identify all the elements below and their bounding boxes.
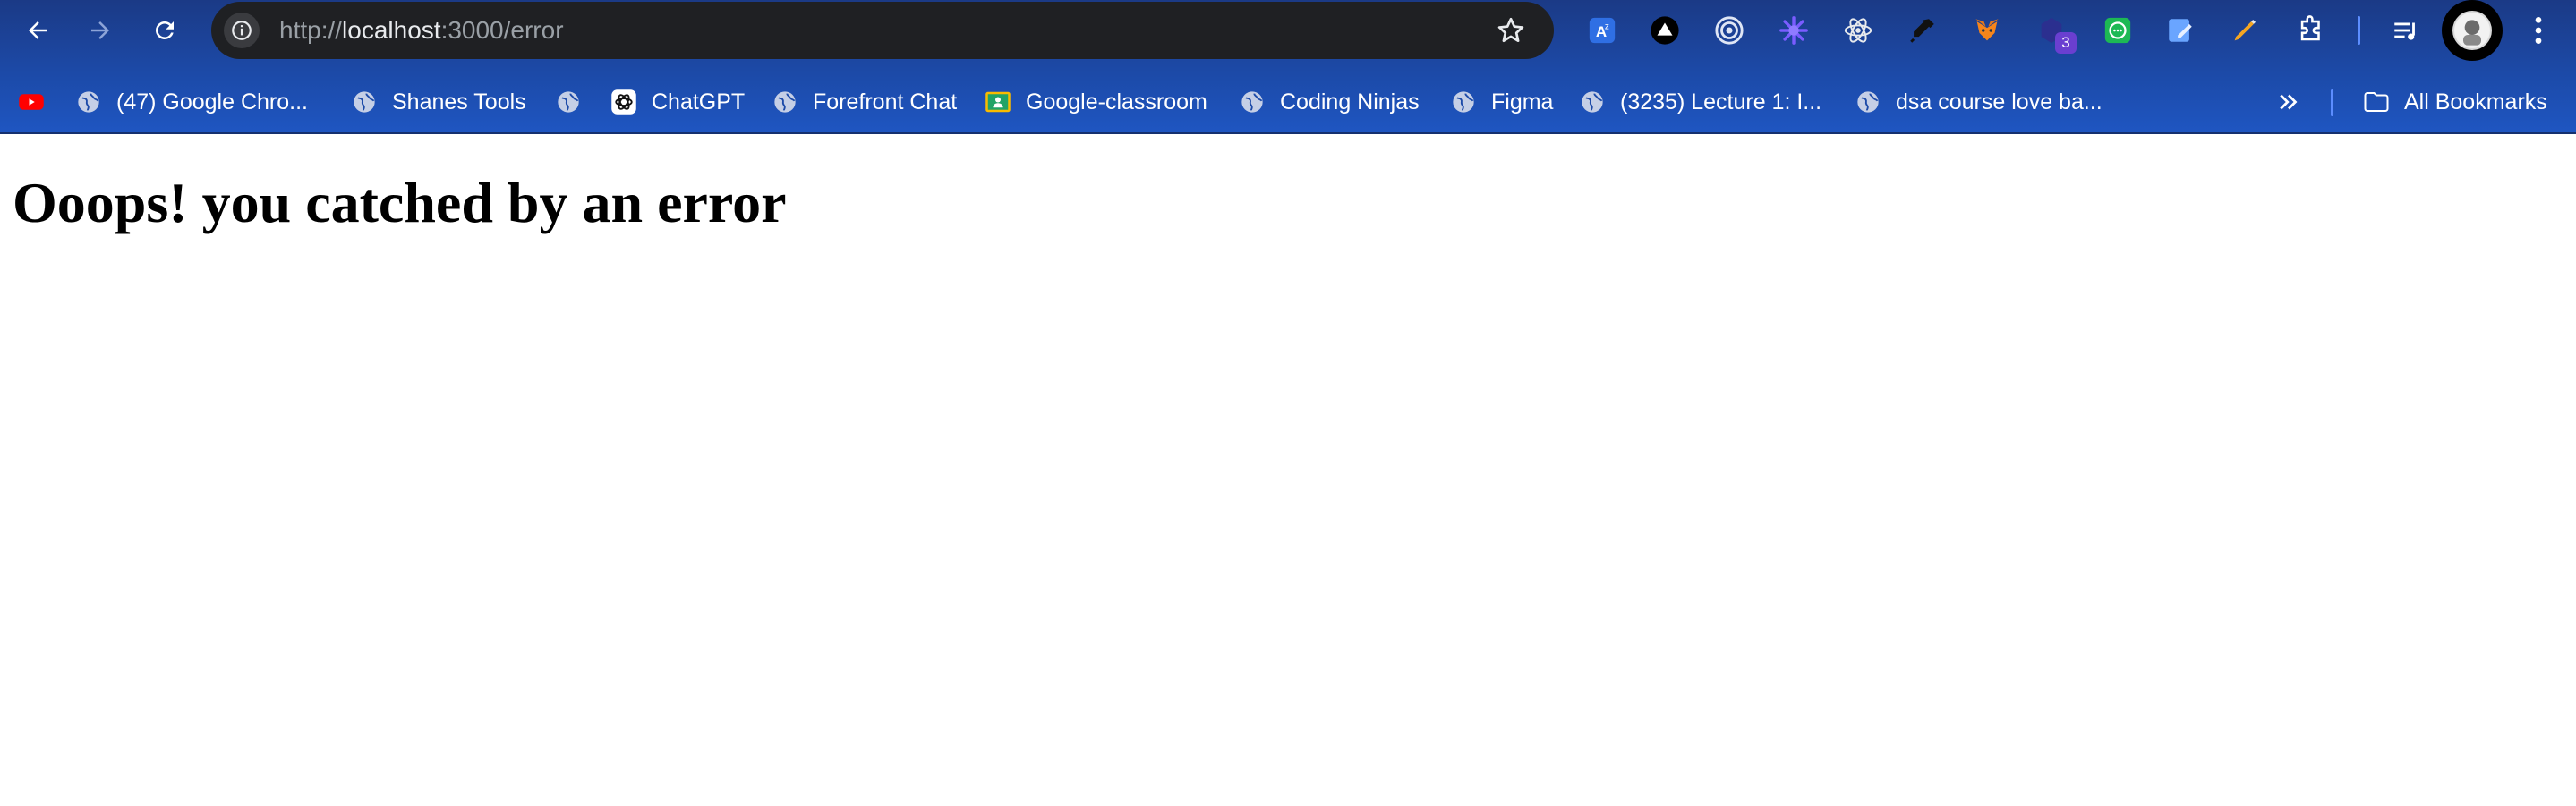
bookmark-label: Coding Ninjas <box>1280 89 1420 115</box>
react-icon <box>1844 18 1872 43</box>
globe-icon <box>1855 89 1881 115</box>
chrome-menu-button[interactable] <box>2521 13 2556 48</box>
toolbar-divider <box>2358 16 2360 45</box>
extension-translate[interactable]: Az <box>1584 13 1620 48</box>
bookmark-google-classroom[interactable]: Google-classroom <box>985 82 1207 122</box>
url-text[interactable]: http://localhost:3000/error <box>279 16 564 45</box>
bookmark-label: Google-classroom <box>1026 89 1207 115</box>
bookmarks-bar: (47) Google Chro... Shanes Tools ChatGPT… <box>0 72 2576 132</box>
extension-eyedropper[interactable] <box>1905 13 1941 48</box>
bookmark-star-icon[interactable] <box>1495 14 1527 47</box>
bookmark-label: Figma <box>1491 89 1554 115</box>
bookmark-coding-ninjas[interactable]: Coding Ninjas <box>1239 82 1420 122</box>
fox-icon <box>1975 19 1999 41</box>
globe-icon <box>555 89 582 115</box>
url-host: localhost <box>342 16 441 44</box>
extension-triangle[interactable] <box>1647 13 1683 48</box>
back-button[interactable] <box>18 11 57 50</box>
classroom-icon <box>985 89 1011 115</box>
extension-notes[interactable] <box>2162 13 2198 48</box>
bookmark-lecture[interactable]: (3235) Lecture 1: I... <box>1579 82 1821 122</box>
extension-react-devtools[interactable] <box>1840 13 1876 48</box>
bookmark-chatgpt[interactable]: ChatGPT <box>610 82 745 122</box>
translate-icon: Az <box>1589 17 1616 44</box>
bookmark-dsa-course[interactable]: dsa course love ba... <box>1855 82 2103 122</box>
chatgpt-icon <box>610 89 637 115</box>
bookmark-label: (3235) Lecture 1: I... <box>1620 89 1822 115</box>
sparkle-icon <box>1779 16 1808 45</box>
all-bookmarks-button[interactable]: All Bookmarks <box>2363 82 2547 122</box>
site-info-button[interactable] <box>224 13 260 48</box>
svg-text:z: z <box>1605 22 1609 32</box>
media-controls-button[interactable] <box>2388 13 2424 48</box>
extensions-menu-button[interactable] <box>2293 13 2329 48</box>
info-icon <box>232 21 252 40</box>
kebab-menu-icon <box>2535 17 2542 44</box>
bookmark-label: (47) Google Chro... <box>116 89 308 115</box>
globe-icon <box>75 89 102 115</box>
browser-toolbar: http://localhost:3000/error Az 3 <box>0 0 2576 61</box>
extension-metamask[interactable] <box>1969 13 2005 48</box>
triangle-logo-icon <box>1651 16 1679 45</box>
eyedropper-icon <box>1910 19 1934 43</box>
avatar-face-icon <box>2454 13 2490 48</box>
address-bar[interactable]: http://localhost:3000/error <box>211 2 1554 59</box>
extension-highlighter[interactable] <box>2227 13 2263 48</box>
extension-badge-puzzle[interactable]: 3 <box>2034 13 2077 54</box>
double-chevron-right-icon <box>2280 94 2298 110</box>
browser-chrome: http://localhost:3000/error Az 3 (47) Go… <box>0 0 2576 134</box>
url-scheme: http:// <box>279 16 343 44</box>
globe-icon <box>1579 89 1606 115</box>
reload-button[interactable] <box>145 11 184 50</box>
profile-avatar[interactable] <box>2442 0 2503 61</box>
bookmark-google-chrome[interactable]: (47) Google Chro... <box>75 82 308 122</box>
forward-button[interactable] <box>81 11 120 50</box>
bookmark-shanes-tools[interactable]: Shanes Tools <box>351 82 526 122</box>
chat-bubble-icon <box>2104 17 2131 44</box>
bookmark-youtube[interactable] <box>18 82 59 122</box>
page-title: Ooops! you catched by an error <box>13 171 787 234</box>
chrome-bottom-border <box>0 132 2576 134</box>
note-pencil-icon <box>2169 19 2192 42</box>
globe-icon <box>1450 89 1477 115</box>
bookmark-label: Forefront Chat <box>813 89 958 115</box>
bookmark-label: dsa course love ba... <box>1896 89 2103 115</box>
all-bookmarks-label: All Bookmarks <box>2404 89 2547 115</box>
target-icon <box>1715 16 1744 45</box>
extension-sparkle[interactable] <box>1776 13 1812 48</box>
bookmark-label: ChatGPT <box>652 89 746 115</box>
bookmark-figma[interactable]: Figma <box>1450 82 1553 122</box>
extension-chat[interactable] <box>2100 13 2136 48</box>
puzzle-piece-icon <box>2300 15 2320 41</box>
extension-target[interactable] <box>1711 13 1747 48</box>
bookmarks-overflow-button[interactable] <box>2275 82 2302 122</box>
globe-icon <box>351 89 378 115</box>
avatar-image <box>2452 11 2492 50</box>
globe-icon <box>1239 89 1266 115</box>
url-path: :3000/error <box>440 16 564 44</box>
reload-icon <box>156 21 174 39</box>
folder-icon <box>2363 89 2390 115</box>
bookmark-untitled[interactable] <box>555 82 596 122</box>
globe-icon <box>772 89 798 115</box>
youtube-icon <box>18 89 45 115</box>
bookmarks-divider <box>2331 89 2333 116</box>
bookmark-label: Shanes Tools <box>392 89 526 115</box>
playlist-icon <box>2394 22 2415 40</box>
highlighter-icon <box>2234 19 2256 41</box>
arrow-left-icon <box>29 21 47 39</box>
extension-badge-count: 3 <box>2055 32 2077 54</box>
arrow-right-icon <box>91 21 109 39</box>
bookmark-forefront-chat[interactable]: Forefront Chat <box>772 82 957 122</box>
